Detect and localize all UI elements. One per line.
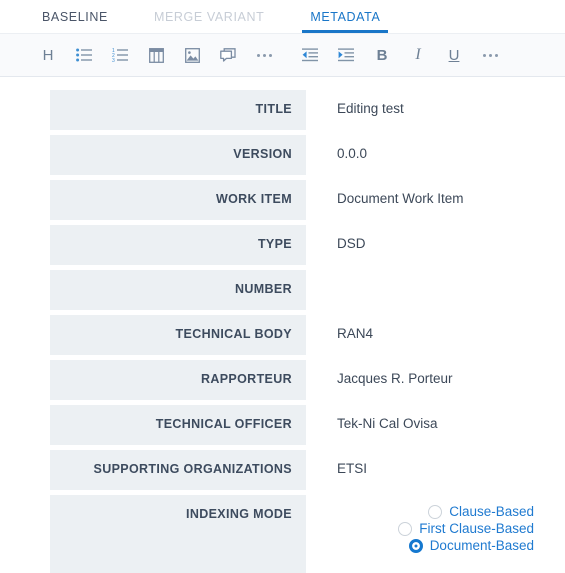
comment-button[interactable] — [210, 40, 246, 70]
field-value-version[interactable]: 0.0.0 — [306, 135, 565, 175]
outdent-button[interactable] — [292, 40, 328, 70]
radio-option-clause-based-label: Clause-Based — [449, 504, 534, 520]
field-label-title: TITLE — [50, 90, 306, 130]
bold-icon: B — [376, 46, 388, 64]
tab-metadata[interactable]: METADATA — [302, 0, 389, 33]
image-button[interactable] — [174, 40, 210, 70]
field-label-technical-body: TECHNICAL BODY — [50, 315, 306, 355]
indexing-mode-radio-group: Clause-Based First Clause-Based Document… — [306, 505, 565, 556]
tab-metadata-label: METADATA — [310, 9, 381, 24]
table-row: TYPE DSD — [0, 225, 565, 265]
bold-button[interactable]: B — [364, 40, 400, 70]
heading-icon: H — [42, 46, 54, 64]
field-value-type[interactable]: DSD — [306, 225, 565, 265]
underline-icon: U — [448, 46, 460, 64]
radio-option-document-based[interactable]: Document-Based — [408, 538, 534, 554]
radio-circle-icon[interactable] — [398, 522, 413, 536]
metadata-form: TITLE Editing test VERSION 0.0.0 WORK IT… — [0, 77, 565, 573]
more-options-icon — [482, 53, 498, 57]
table-button[interactable] — [138, 40, 174, 70]
indent-button[interactable] — [328, 40, 364, 70]
table-row: TITLE Editing test — [0, 90, 565, 130]
field-label-technical-officer: TECHNICAL OFFICER — [50, 405, 306, 445]
more-options-button-left[interactable] — [246, 40, 282, 70]
field-label-rapporteur: RAPPORTEUR — [50, 360, 306, 400]
more-options-button-right[interactable] — [472, 40, 508, 70]
table-row: NUMBER — [0, 270, 565, 310]
radio-circle-icon[interactable] — [428, 505, 443, 519]
editor-toolbar: H 1 2 3 B I U — [0, 33, 565, 77]
numbered-list-button[interactable]: 1 2 3 — [102, 40, 138, 70]
italic-button[interactable]: I — [400, 40, 436, 70]
table-icon — [148, 47, 164, 63]
field-label-supporting-organizations: SUPPORTING ORGANIZATIONS — [50, 450, 306, 490]
field-value-indexing-mode: Clause-Based First Clause-Based Document… — [306, 495, 565, 573]
radio-option-clause-based[interactable]: Clause-Based — [428, 505, 534, 519]
field-label-indexing-mode: INDEXING MODE — [50, 495, 306, 573]
field-value-work-item[interactable]: Document Work Item — [306, 180, 565, 220]
field-label-version: VERSION — [50, 135, 306, 175]
numbered-list-icon: 1 2 3 — [112, 48, 128, 62]
table-row: INDEXING MODE Clause-Based First Clause-… — [0, 495, 565, 573]
radio-option-document-based-label: Document-Based — [429, 538, 534, 554]
tab-bar: BASELINE MERGE VARIANT METADATA — [0, 0, 565, 33]
field-value-title[interactable]: Editing test — [306, 90, 565, 130]
outdent-icon — [302, 48, 318, 62]
field-value-technical-body[interactable]: RAN4 — [306, 315, 565, 355]
table-row: WORK ITEM Document Work Item — [0, 180, 565, 220]
field-label-work-item: WORK ITEM — [50, 180, 306, 220]
indent-icon — [338, 48, 354, 62]
comment-icon — [220, 47, 236, 63]
tab-merge-variant[interactable]: MERGE VARIANT — [146, 0, 272, 33]
heading-button[interactable]: H — [30, 40, 66, 70]
radio-option-first-clause-based-label: First Clause-Based — [419, 521, 534, 537]
more-options-icon — [256, 53, 272, 57]
field-value-supporting-organizations[interactable]: ETSI — [306, 450, 565, 490]
table-row: TECHNICAL BODY RAN4 — [0, 315, 565, 355]
radio-option-first-clause-based[interactable]: First Clause-Based — [398, 522, 534, 536]
tab-merge-variant-label: MERGE VARIANT — [153, 9, 265, 24]
field-value-rapporteur[interactable]: Jacques R. Porteur — [306, 360, 565, 400]
table-row: VERSION 0.0.0 — [0, 135, 565, 175]
italic-icon: I — [415, 46, 421, 63]
tab-baseline[interactable]: BASELINE — [34, 0, 116, 33]
field-label-type: TYPE — [50, 225, 306, 265]
field-value-number[interactable] — [306, 270, 565, 310]
radio-circle-selected-icon[interactable] — [408, 539, 423, 553]
bulleted-list-button[interactable] — [66, 40, 102, 70]
tab-baseline-label: BASELINE — [42, 9, 108, 24]
field-label-number: NUMBER — [50, 270, 306, 310]
table-row: SUPPORTING ORGANIZATIONS ETSI — [0, 450, 565, 490]
image-icon — [184, 47, 200, 63]
field-value-technical-officer[interactable]: Tek-Ni Cal Ovisa — [306, 405, 565, 445]
bulleted-list-icon — [76, 48, 92, 62]
table-row: TECHNICAL OFFICER Tek-Ni Cal Ovisa — [0, 405, 565, 445]
table-row: RAPPORTEUR Jacques R. Porteur — [0, 360, 565, 400]
svg-text:3: 3 — [112, 58, 115, 62]
underline-button[interactable]: U — [436, 40, 472, 70]
